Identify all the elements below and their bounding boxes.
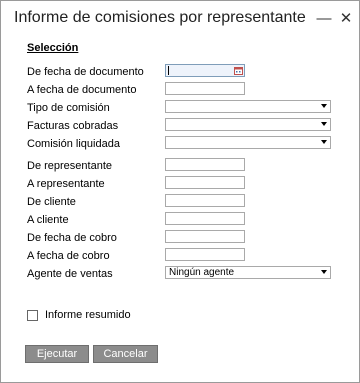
de-cliente-input[interactable] (165, 194, 245, 207)
minimize-icon[interactable]: — (315, 9, 333, 27)
de-fecha-documento-input[interactable] (165, 64, 245, 77)
agente-ventas-select[interactable]: Ningún agente (165, 266, 331, 279)
a-cliente-input[interactable] (165, 212, 245, 225)
field-label: De representante (27, 160, 112, 172)
informe-resumido-label[interactable]: Informe resumido (45, 309, 131, 321)
field-label: A fecha de cobro (27, 250, 110, 262)
chevron-down-icon (321, 270, 327, 274)
field-label: Tipo de comisión (27, 102, 110, 114)
a-fecha-cobro-input[interactable] (165, 248, 245, 261)
chevron-down-icon (321, 104, 327, 108)
field-label: De fecha de documento (27, 66, 144, 78)
de-representante-input[interactable] (165, 158, 245, 171)
informe-resumido-checkbox[interactable] (27, 310, 38, 321)
field-label: A fecha de documento (27, 84, 137, 96)
a-representante-input[interactable] (165, 176, 245, 189)
comision-liquidada-select[interactable] (165, 136, 331, 149)
dialog-window: Informe de comisiones por representante … (0, 0, 360, 383)
window-title: Informe de comisiones por representante (14, 9, 306, 26)
section-title-seleccion: Selección (27, 42, 79, 54)
close-icon[interactable]: ✕ (337, 9, 355, 27)
title-bar: Informe de comisiones por representante … (1, 1, 359, 37)
field-label: De cliente (27, 196, 76, 208)
field-label: De fecha de cobro (27, 232, 117, 244)
field-label: A representante (27, 178, 105, 190)
ejecutar-button[interactable]: Ejecutar (25, 345, 89, 363)
de-fecha-cobro-input[interactable] (165, 230, 245, 243)
cancelar-button[interactable]: Cancelar (93, 345, 158, 363)
calendar-icon[interactable] (234, 66, 243, 75)
chevron-down-icon (321, 140, 327, 144)
tipo-comision-select[interactable] (165, 100, 331, 113)
field-label: A cliente (27, 214, 69, 226)
text-caret (168, 66, 169, 75)
facturas-cobradas-select[interactable] (165, 118, 331, 131)
field-label: Agente de ventas (27, 268, 113, 280)
a-fecha-documento-input[interactable] (165, 82, 245, 95)
chevron-down-icon (321, 122, 327, 126)
agente-ventas-value: Ningún agente (169, 267, 235, 278)
field-label: Comisión liquidada (27, 138, 120, 150)
field-label: Facturas cobradas (27, 120, 119, 132)
